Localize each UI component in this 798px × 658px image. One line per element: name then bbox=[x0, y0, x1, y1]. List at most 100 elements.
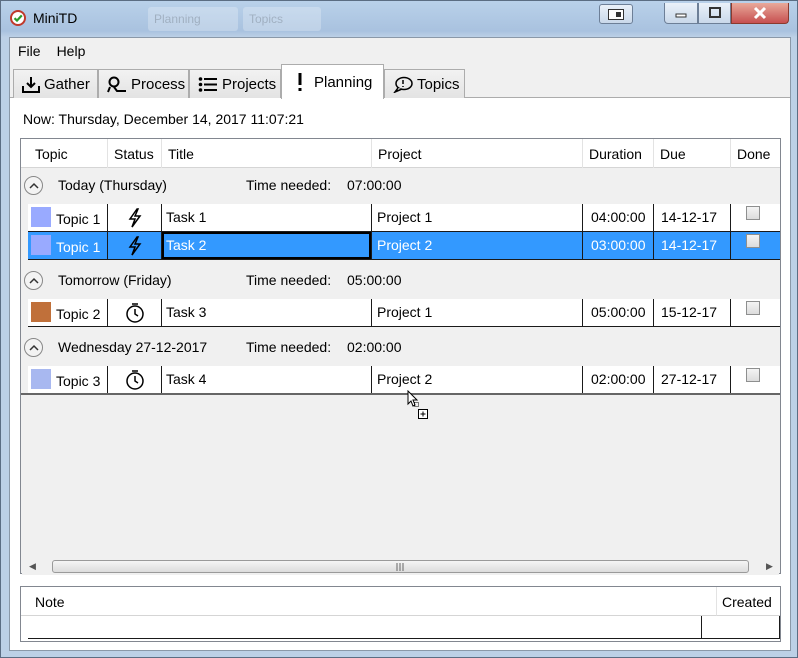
scroll-left-arrow-icon[interactable]: ◀ bbox=[29, 561, 36, 572]
notes-new-row[interactable] bbox=[28, 616, 780, 639]
group-header: Tomorrow (Friday) Time needed: 05:00:00 bbox=[21, 262, 780, 298]
column-header-topic[interactable]: Topic bbox=[21, 139, 108, 168]
tab-planning[interactable]: Planning bbox=[281, 64, 384, 99]
project-cell[interactable]: Project 2 bbox=[372, 232, 583, 259]
tab-topics[interactable]: Topics bbox=[384, 69, 465, 98]
notes-header-note[interactable]: Note bbox=[21, 587, 717, 616]
time-needed-value: 05:00:00 bbox=[347, 272, 402, 288]
exclamation-icon bbox=[298, 73, 302, 91]
topic-cell[interactable]: Topic 1 bbox=[28, 232, 108, 259]
close-button[interactable] bbox=[731, 3, 789, 24]
duration-cell[interactable]: 04:00:00 bbox=[583, 204, 654, 231]
chevron-up-icon bbox=[28, 182, 39, 189]
menu-help[interactable]: Help bbox=[49, 38, 94, 64]
minimize-icon bbox=[675, 13, 687, 18]
title-cell[interactable]: Task 4 bbox=[162, 366, 372, 393]
collapse-group-button[interactable] bbox=[24, 338, 43, 357]
project-cell[interactable]: Project 2 bbox=[372, 366, 583, 393]
topic-cell[interactable]: Topic 1 bbox=[28, 204, 108, 231]
tab-process-label: Process bbox=[131, 75, 186, 93]
clock-icon bbox=[108, 299, 161, 326]
done-checkbox[interactable] bbox=[746, 301, 760, 315]
task-row[interactable]: Topic 1 Task 1 Project 1 04:00:00 14-12-17 bbox=[28, 204, 780, 232]
title-cell[interactable]: Task 2 bbox=[162, 232, 372, 259]
tab-gather[interactable]: Gather bbox=[13, 69, 98, 98]
notes-header-created[interactable]: Created bbox=[717, 587, 780, 616]
column-header-title[interactable]: Title bbox=[162, 139, 372, 168]
topic-color-swatch bbox=[31, 302, 51, 322]
title-bar[interactable]: MiniTD Planning Topics bbox=[1, 1, 797, 37]
due-cell[interactable]: 15-12-17 bbox=[654, 299, 731, 326]
task-row[interactable]: Topic 1 Task 2 Project 2 03:00:00 14-12-17 bbox=[28, 232, 780, 260]
menu-bar: File Help bbox=[10, 38, 790, 64]
collapse-group-button[interactable] bbox=[24, 176, 43, 195]
list-icon bbox=[198, 76, 217, 92]
project-cell[interactable]: Project 1 bbox=[372, 204, 583, 231]
column-header-due[interactable]: Due bbox=[654, 139, 731, 168]
process-icon bbox=[107, 76, 126, 92]
app-check-icon bbox=[10, 10, 26, 26]
task-title: Task 2 bbox=[162, 232, 371, 259]
task-row[interactable]: Topic 3 Task 4 Project 2 02:00:00 27-12-17 bbox=[28, 366, 780, 394]
status-cell[interactable] bbox=[108, 366, 162, 393]
column-header-duration[interactable]: Duration bbox=[583, 139, 654, 168]
time-needed-label: Time needed: bbox=[246, 272, 332, 288]
chevron-up-icon bbox=[28, 344, 39, 351]
tab-process[interactable]: Process bbox=[98, 69, 189, 98]
group-header: Today (Thursday) Time needed: 07:00:00 bbox=[21, 167, 780, 203]
duration-cell[interactable]: 03:00:00 bbox=[583, 232, 654, 259]
tab-strip: Gather Process Projects Planning Topics bbox=[10, 64, 790, 99]
duration-cell[interactable]: 02:00:00 bbox=[583, 366, 654, 393]
done-checkbox[interactable] bbox=[746, 234, 760, 248]
lightning-icon bbox=[108, 204, 161, 231]
notes-grid[interactable]: Note Created bbox=[20, 586, 781, 642]
due-cell[interactable]: 27-12-17 bbox=[654, 366, 731, 393]
status-cell[interactable] bbox=[108, 232, 162, 259]
column-header-done[interactable]: Done bbox=[731, 139, 780, 168]
scroll-right-arrow-icon[interactable]: ▶ bbox=[766, 561, 773, 572]
title-cell[interactable]: Task 3 bbox=[162, 299, 372, 326]
column-header-project[interactable]: Project bbox=[372, 139, 583, 168]
group-name: Today (Thursday) bbox=[58, 177, 167, 193]
close-icon bbox=[753, 6, 767, 20]
group-header: Wednesday 27-12-2017 Time needed: 02:00:00 bbox=[21, 329, 780, 365]
status-cell[interactable] bbox=[108, 299, 162, 326]
topic-cell[interactable]: Topic 2 bbox=[28, 299, 108, 326]
project-cell[interactable]: Project 1 bbox=[372, 299, 583, 326]
lightning-icon bbox=[108, 232, 161, 259]
done-checkbox[interactable] bbox=[746, 368, 760, 382]
tab-projects[interactable]: Projects bbox=[189, 69, 281, 98]
collapse-group-button[interactable] bbox=[24, 271, 43, 290]
drop-insert-marker bbox=[21, 393, 780, 395]
done-checkbox[interactable] bbox=[746, 206, 760, 220]
task-row[interactable]: Topic 2 Task 3 Project 1 05:00:00 15-12-17 bbox=[28, 299, 780, 327]
topic-color-swatch bbox=[31, 235, 51, 255]
status-cell[interactable] bbox=[108, 204, 162, 231]
menu-file[interactable]: File bbox=[10, 38, 49, 64]
tab-gather-label: Gather bbox=[44, 75, 90, 93]
scroll-thumb[interactable] bbox=[52, 560, 749, 573]
title-cell[interactable]: Task 1 bbox=[162, 204, 372, 231]
planning-grid[interactable]: Topic Status Title Project Duration Due … bbox=[20, 138, 781, 575]
done-cell bbox=[731, 299, 780, 326]
window-snap-button[interactable] bbox=[599, 4, 633, 24]
task-title: Task 4 bbox=[166, 371, 207, 387]
task-title: Task 1 bbox=[166, 209, 207, 225]
due-cell[interactable]: 14-12-17 bbox=[654, 204, 731, 231]
time-needed-label: Time needed: bbox=[246, 177, 332, 193]
download-icon bbox=[22, 76, 40, 93]
duration-cell[interactable]: 05:00:00 bbox=[583, 299, 654, 326]
maximize-button[interactable] bbox=[698, 3, 731, 24]
topic-color-swatch bbox=[31, 207, 51, 227]
notes-row-divider bbox=[701, 616, 702, 638]
app-window: MiniTD Planning Topics File Help Gather … bbox=[0, 0, 798, 658]
topic-cell[interactable]: Topic 3 bbox=[28, 366, 108, 393]
current-datetime: Now: Thursday, December 14, 2017 11:07:2… bbox=[23, 111, 304, 127]
minimize-button[interactable] bbox=[664, 3, 698, 24]
column-header-status[interactable]: Status bbox=[108, 139, 162, 168]
grip-icon bbox=[396, 562, 403, 571]
due-cell[interactable]: 14-12-17 bbox=[654, 232, 731, 259]
grid-header: Topic Status Title Project Duration Due … bbox=[21, 139, 780, 168]
horizontal-scrollbar[interactable]: ◀ ▶ bbox=[22, 558, 779, 575]
topic-label: Topic 3 bbox=[56, 373, 101, 389]
